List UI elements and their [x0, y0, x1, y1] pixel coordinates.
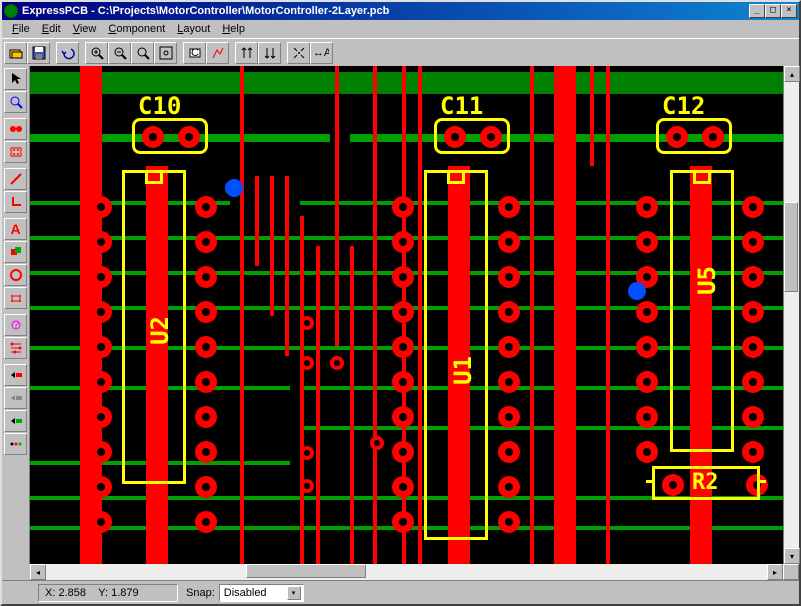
layer-inner-button[interactable] [4, 387, 27, 409]
x-label: X: [45, 587, 55, 599]
maximize-button[interactable]: □ [765, 4, 781, 18]
scrollbar-horizontal[interactable]: ◂ ▸ [30, 564, 783, 580]
disconnect-tool[interactable]: ? [4, 314, 27, 336]
scroll-down-button[interactable]: ▾ [784, 548, 800, 564]
scrollbar-h-container: ◂ ▸ [2, 564, 799, 580]
select-tool[interactable] [4, 68, 27, 90]
label-r2: R2 [692, 470, 719, 495]
highlight-net-button[interactable] [206, 42, 229, 64]
titlebar: ExpressPCB - C:\Projects\MotorController… [2, 2, 799, 20]
menu-view[interactable]: View [67, 22, 103, 36]
main-area: A ? [2, 66, 799, 564]
silk-u1 [424, 170, 488, 540]
corner-tool[interactable] [4, 191, 27, 213]
label-c12: C12 [662, 92, 705, 120]
snap-label: Snap: [186, 587, 215, 599]
snap-grid-button[interactable]: ↔A [310, 42, 333, 64]
app-window: ExpressPCB - C:\Projects\MotorController… [0, 0, 801, 606]
save-button[interactable] [27, 42, 50, 64]
pad-tool[interactable] [4, 118, 27, 140]
label-u5: U5 [693, 266, 721, 295]
menubar: File Edit View Component Layout Help [2, 20, 799, 38]
titlebar-text: ExpressPCB - C:\Projects\MotorController… [22, 5, 749, 17]
canvas-area[interactable]: C10 C11 C12 U2 U1 U5 R2 [30, 66, 783, 564]
zoom-fit-button[interactable] [154, 42, 177, 64]
label-u1: U1 [449, 356, 477, 385]
x-value: 2.858 [58, 587, 86, 599]
minimize-button[interactable]: _ [749, 4, 765, 18]
silk-c11 [434, 118, 510, 154]
component-tool[interactable] [4, 141, 27, 163]
menu-file[interactable]: File [6, 22, 36, 36]
svg-text:↔A: ↔A [315, 47, 329, 59]
toolbar: C ↔A [2, 38, 799, 66]
close-button[interactable]: × [781, 4, 797, 18]
menu-edit[interactable]: Edit [36, 22, 67, 36]
svg-text:?: ? [12, 319, 18, 331]
snap-panel: Snap: Disabled ▾ [186, 584, 304, 602]
silk-u5 [670, 170, 734, 452]
scroll-up-button[interactable]: ▴ [784, 66, 800, 82]
via [628, 282, 646, 300]
component-info-button[interactable]: C [183, 42, 206, 64]
menu-component[interactable]: Component [102, 22, 171, 36]
text-tool[interactable]: A [4, 218, 27, 240]
bottom-layer-button[interactable] [258, 42, 281, 64]
scroll-left-button[interactable]: ◂ [30, 564, 46, 580]
layer-top-button[interactable] [4, 364, 27, 386]
label-u2: U2 [146, 316, 174, 345]
snap-value: Disabled [224, 587, 267, 599]
snap-dropdown-button[interactable]: ▾ [287, 586, 301, 600]
circle-tool[interactable] [4, 264, 27, 286]
svg-text:C: C [191, 47, 199, 59]
side-toolbar: A ? [2, 66, 30, 564]
arc-tool[interactable] [4, 287, 27, 309]
statusbar: X: 2.858 Y: 1.879 Snap: Disabled ▾ [2, 580, 799, 604]
rect-tool[interactable] [4, 241, 27, 263]
app-icon [4, 4, 18, 18]
zoom-last-button[interactable] [131, 42, 154, 64]
silk-c12 [656, 118, 732, 154]
via [225, 179, 243, 197]
pcb-canvas[interactable]: C10 C11 C12 U2 U1 U5 R2 [30, 66, 783, 564]
label-c10: C10 [138, 92, 181, 120]
label-c11: C11 [440, 92, 483, 120]
top-layer-button[interactable] [235, 42, 258, 64]
coord-panel: X: 2.858 Y: 1.879 [38, 584, 178, 602]
options-button[interactable] [4, 433, 27, 455]
open-button[interactable] [4, 42, 27, 64]
zoom-in-button[interactable] [85, 42, 108, 64]
highlight-tool[interactable] [4, 337, 27, 359]
undo-button[interactable] [56, 42, 79, 64]
zoom-out-button[interactable] [108, 42, 131, 64]
snap-select[interactable]: Disabled ▾ [219, 584, 304, 602]
scroll-right-button[interactable]: ▸ [767, 564, 783, 580]
zoom-tool[interactable] [4, 91, 27, 113]
trace-tool[interactable] [4, 168, 27, 190]
menu-help[interactable]: Help [216, 22, 251, 36]
y-value: 1.879 [111, 587, 139, 599]
silk-c10 [132, 118, 208, 154]
snap-center-button[interactable] [287, 42, 310, 64]
scrollbar-vertical[interactable]: ▴ ▾ [783, 66, 799, 564]
layer-bottom-button[interactable] [4, 410, 27, 432]
y-label: Y: [98, 587, 108, 599]
menu-layout[interactable]: Layout [171, 22, 216, 36]
